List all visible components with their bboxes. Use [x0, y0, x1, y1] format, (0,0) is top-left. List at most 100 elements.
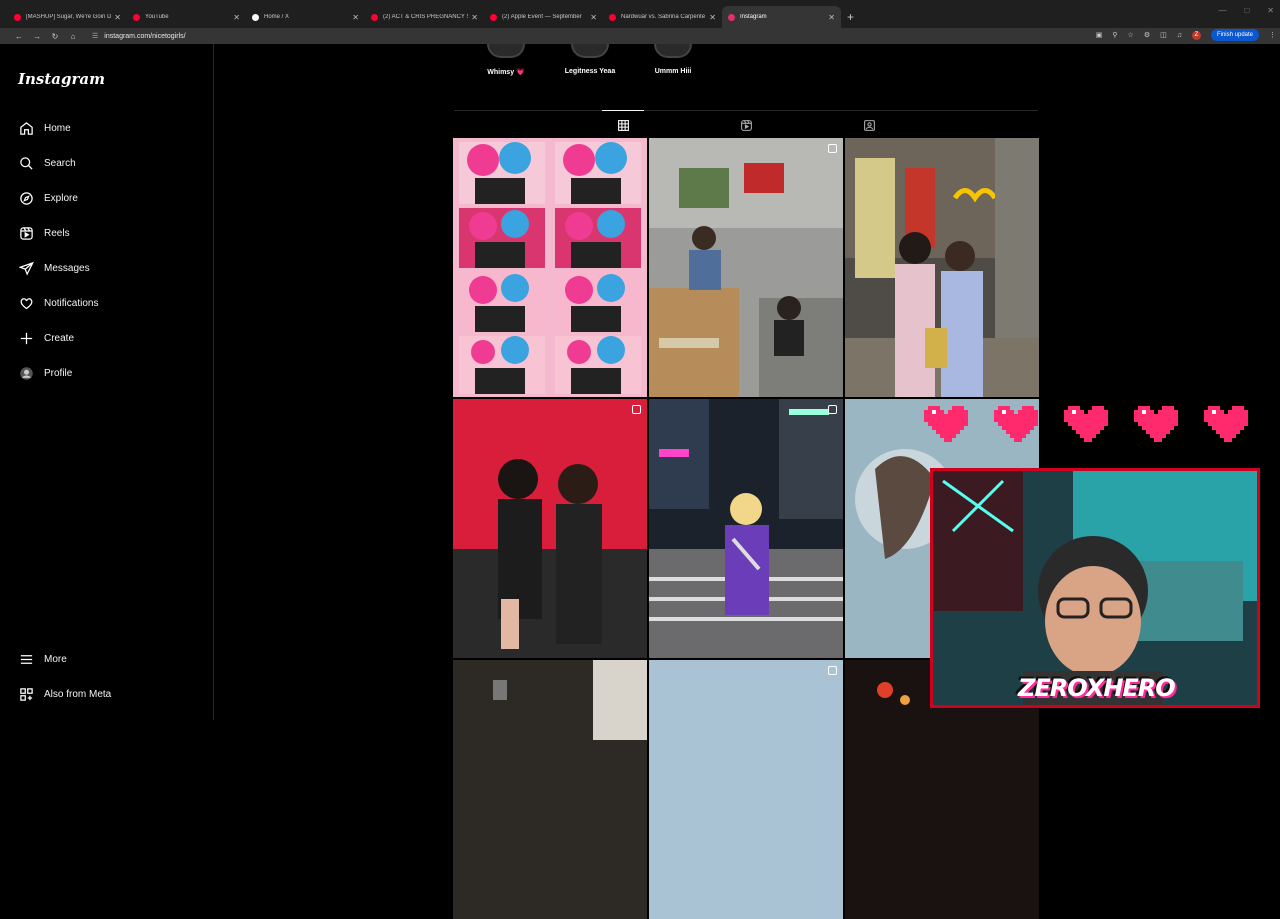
address-bar[interactable]: ☰ instagram.com/nicetogirls/	[86, 29, 1086, 43]
nav-create[interactable]: Create	[18, 328, 74, 348]
tab-posts[interactable]	[602, 110, 644, 133]
highlight-label: Ummm Hiii	[654, 68, 692, 75]
toolbar-right: ▣ ⚲ ☆ ⚙ ◫ ♫ Z Finish update ⋮	[1096, 29, 1276, 41]
stream-overlay: ZEROXHERO	[922, 398, 1280, 720]
tab-close-icon[interactable]: ✕	[114, 13, 121, 22]
maximize-icon[interactable]: □	[1244, 6, 1249, 15]
browser-tab[interactable]: YouTube ✕	[127, 6, 246, 28]
tab-close-icon[interactable]: ✕	[233, 13, 240, 22]
instagram-sidebar: Instagram Home Search Explore Reels Mess…	[0, 44, 214, 720]
zoom-icon[interactable]: ⚲	[1112, 31, 1117, 39]
nav-also-from-meta[interactable]: Also from Meta	[18, 684, 111, 704]
home-icon	[18, 120, 34, 136]
highlight-label: Whimsy 💗	[487, 69, 525, 76]
nav-notifications[interactable]: Notifications	[18, 293, 98, 313]
nav-reels-label: Reels	[44, 227, 70, 239]
address-text: instagram.com/nicetogirls/	[104, 32, 186, 40]
extensions-icon[interactable]: ⚙	[1144, 31, 1150, 39]
tab-title: (2) Apple Event — September	[502, 14, 582, 20]
reload-icon[interactable]: ↻	[46, 32, 64, 41]
nav-explore-label: Explore	[44, 192, 78, 204]
compass-icon	[18, 190, 34, 206]
nav-messages[interactable]: Messages	[18, 258, 90, 278]
minimize-icon[interactable]: —	[1218, 6, 1226, 15]
back-icon[interactable]: ←	[10, 32, 28, 41]
browser-tab[interactable]: Home / X ✕	[246, 6, 365, 28]
post-image	[453, 399, 647, 658]
browser-tab[interactable]: Instagram ✕	[722, 6, 841, 28]
tab-reels[interactable]	[738, 117, 754, 133]
nav-profile-label: Profile	[44, 367, 73, 379]
nav-more[interactable]: More	[18, 649, 67, 669]
tab-title: [MASHUP] Sugar, We're Goin D	[26, 14, 112, 20]
post-tile[interactable]	[649, 660, 843, 919]
highlight-whimsy[interactable]: Whimsy 💗	[486, 44, 526, 76]
multi-photo-icon	[828, 144, 837, 153]
nav-search-label: Search	[44, 157, 76, 169]
reels-icon	[740, 119, 752, 131]
tab-favicon-icon	[490, 13, 497, 21]
nav-profile[interactable]: Profile	[18, 363, 72, 383]
tab-close-icon[interactable]: ✕	[709, 13, 716, 22]
post-tile[interactable]	[453, 138, 647, 397]
profile-tabs	[454, 110, 1038, 138]
post-tile[interactable]	[649, 138, 843, 397]
tab-title: (2) ACT & CRIS PREGNANCY S	[383, 14, 469, 20]
browser-tab[interactable]: [MASHUP] Sugar, We're Goin D ✕	[8, 6, 127, 28]
site-info-icon[interactable]: ☰	[92, 32, 98, 40]
nav-notifications-label: Notifications	[44, 297, 99, 309]
browser-tab[interactable]: (2) Apple Event — September ✕	[484, 6, 603, 28]
browser-tab[interactable]: Nardwuar vs. Sabrina Carpente ✕	[603, 6, 722, 28]
post-tile[interactable]	[453, 399, 647, 658]
stream-brand-logo: ZEROXHERO	[1018, 674, 1176, 702]
cast-icon[interactable]: ▣	[1096, 31, 1103, 39]
menu-icon	[18, 651, 34, 667]
bookmark-star-icon[interactable]: ☆	[1128, 31, 1134, 39]
instagram-logo[interactable]: Instagram	[18, 70, 105, 88]
highlight-cover	[487, 44, 525, 58]
nav-create-label: Create	[44, 332, 75, 344]
tab-favicon-icon	[609, 13, 616, 21]
meta-icon	[18, 686, 34, 702]
tab-close-icon[interactable]: ✕	[352, 13, 359, 22]
tab-tagged[interactable]	[861, 117, 877, 133]
tab-close-icon[interactable]: ✕	[590, 13, 597, 22]
post-tile[interactable]	[649, 399, 843, 658]
profile-avatar[interactable]: Z	[1191, 30, 1201, 40]
forward-icon[interactable]: →	[28, 32, 46, 41]
post-tile[interactable]	[453, 660, 647, 919]
avatar-icon	[18, 365, 34, 381]
post-image	[845, 138, 1039, 397]
plus-icon	[18, 330, 34, 346]
tab-favicon-icon	[252, 13, 259, 21]
multi-photo-icon	[828, 405, 837, 414]
new-tab-button[interactable]: +	[847, 10, 854, 24]
home-browser-icon[interactable]: ⌂	[64, 32, 82, 41]
browser-tab[interactable]: (2) ACT & CRIS PREGNANCY S ✕	[365, 6, 484, 28]
close-window-icon[interactable]: ✕	[1267, 6, 1274, 15]
kebab-menu-icon[interactable]: ⋮	[1269, 31, 1276, 39]
browser-tab-bar: [MASHUP] Sugar, We're Goin D ✕ YouTube ✕ Hom…	[0, 0, 1280, 28]
window-controls: — □ ✕	[1218, 6, 1274, 15]
post-tile[interactable]	[845, 138, 1039, 397]
nav-explore[interactable]: Explore	[18, 188, 78, 208]
pixel-heart-icon	[1064, 406, 1108, 442]
post-image	[453, 660, 647, 919]
tab-close-icon[interactable]: ✕	[471, 13, 478, 22]
nav-home[interactable]: Home	[18, 118, 71, 138]
sidepanel-icon[interactable]: ◫	[1160, 31, 1167, 39]
tab-close-icon[interactable]: ✕	[828, 13, 835, 22]
post-image	[453, 138, 647, 397]
nav-reels[interactable]: Reels	[18, 223, 70, 243]
tagged-icon	[863, 119, 875, 131]
highlight-legitness[interactable]: Legitness Yeaa	[565, 44, 615, 75]
nav-more-label: More	[44, 653, 67, 665]
pixel-heart-icon	[1134, 406, 1178, 442]
highlight-ummm[interactable]: Ummm Hiii	[653, 44, 693, 75]
finish-update-button[interactable]: Finish update	[1210, 29, 1259, 41]
media-icon[interactable]: ♫	[1177, 32, 1182, 39]
nav-search[interactable]: Search	[18, 153, 76, 173]
pixel-heart-icon	[924, 406, 968, 442]
highlight-cover	[654, 44, 692, 58]
reels-icon	[18, 225, 34, 241]
